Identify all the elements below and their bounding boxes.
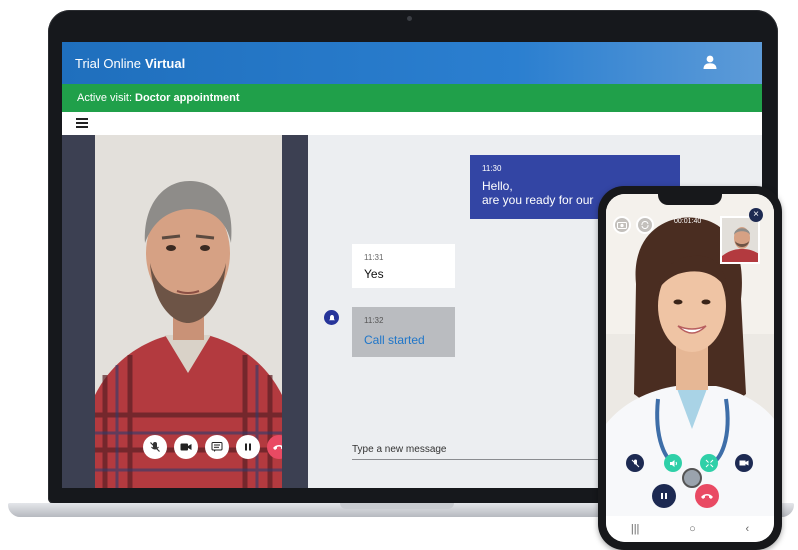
switch-camera-icon[interactable] (636, 216, 654, 234)
pause-icon[interactable] (236, 435, 260, 459)
brand-prefix: Trial Online (75, 55, 141, 71)
laptop-camera (407, 16, 412, 21)
laptop-notch (340, 503, 454, 509)
menu-bar (62, 112, 762, 135)
active-visit-bar: Active visit: Doctor appointment (62, 84, 762, 112)
minimize-icon[interactable] (700, 454, 718, 472)
brand-name: Virtual (144, 55, 186, 71)
call-controls (143, 435, 282, 459)
close-icon[interactable]: × (749, 208, 763, 222)
video-icon[interactable] (735, 454, 753, 472)
video-pane (62, 135, 308, 488)
app-header: Trial Online Virtual (62, 42, 762, 84)
phone-nav-bar: ||| ○ ‹ (606, 516, 774, 542)
user-icon[interactable] (702, 54, 718, 70)
back-icon[interactable]: ‹ (745, 523, 749, 535)
camera-icon[interactable] (613, 216, 631, 234)
chat-system-message: 11:32 Call started (352, 307, 455, 357)
message-text: Yes (364, 267, 384, 281)
recent-apps-icon[interactable]: ||| (631, 523, 640, 535)
remote-video-feed (95, 135, 282, 488)
mic-muted-icon[interactable] (626, 454, 644, 472)
end-call-icon[interactable] (695, 484, 719, 508)
mic-muted-icon[interactable] (143, 435, 167, 459)
chat-message-incoming: 11:31 Yes (352, 244, 455, 288)
message-time: 11:32 (364, 316, 384, 325)
active-visit-label: Active visit: (77, 92, 133, 104)
message-text: Call started (364, 333, 425, 347)
notification-bell-icon (324, 310, 339, 325)
home-icon[interactable]: ○ (689, 523, 696, 535)
speaker-icon[interactable] (664, 454, 682, 472)
message-time: 11:30 (482, 164, 502, 173)
pause-icon[interactable] (652, 484, 676, 508)
message-input[interactable] (352, 440, 632, 460)
app-title: Trial Online Virtual (75, 56, 185, 71)
phone-frame: 00:01:40 × ||| ○ ‹ (598, 186, 782, 550)
active-visit-name: Doctor appointment (135, 92, 240, 104)
phone-screen: 00:01:40 × ||| ○ ‹ (606, 194, 774, 542)
hamburger-menu-icon[interactable] (76, 118, 88, 129)
message-time: 11:31 (364, 253, 384, 262)
phone-notch (658, 194, 722, 205)
self-view-pip (720, 216, 760, 264)
video-icon[interactable] (174, 435, 198, 459)
end-call-icon[interactable] (267, 435, 282, 459)
call-timer: 00:01:40 (674, 218, 702, 225)
chat-icon[interactable] (205, 435, 229, 459)
